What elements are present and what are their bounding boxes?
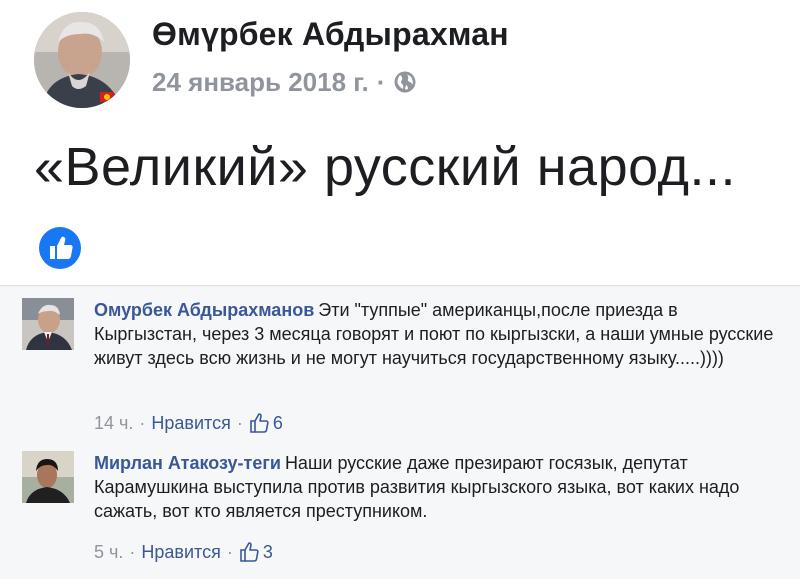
post-author-name[interactable]: Өмүрбек Абдырахман <box>152 16 509 53</box>
author-avatar-photo <box>34 12 130 108</box>
like-reaction-icon[interactable] <box>38 226 82 270</box>
action-separator: · <box>226 541 233 562</box>
post-meta: 24 январь 2018 г. · <box>152 64 417 100</box>
like-count[interactable]: 6 <box>273 413 283 434</box>
action-separator: · <box>129 541 136 562</box>
like-button[interactable]: Нравится <box>151 413 230 434</box>
globe-icon[interactable] <box>393 70 417 94</box>
commenter-photo <box>22 298 74 350</box>
thumbs-up-icon[interactable] <box>249 412 271 434</box>
post-text: «Великий» русский народ... <box>34 137 736 197</box>
commenter-photo <box>22 451 74 503</box>
like-button[interactable]: Нравится <box>141 542 220 563</box>
comment-actions: 5 ч. · Нравится · 3 <box>94 539 273 565</box>
post: Өмүрбек Абдырахман 24 январь 2018 г. · «… <box>0 0 800 285</box>
like-count[interactable]: 3 <box>263 542 273 563</box>
meta-separator: · <box>376 66 386 97</box>
action-separator: · <box>139 412 146 433</box>
comment-body: Мирлан Атакозу-теги Наши русские даже пре… <box>94 451 784 523</box>
action-separator: · <box>236 412 243 433</box>
comment-author[interactable]: Омурбек Абдырахманов <box>94 300 314 320</box>
thumbs-up-icon[interactable] <box>239 541 261 563</box>
comment-avatar[interactable] <box>22 451 74 503</box>
author-avatar[interactable] <box>34 12 130 108</box>
comment-time[interactable]: 14 ч. <box>94 413 133 434</box>
comment-author[interactable]: Мирлан Атакозу-теги <box>94 453 281 473</box>
comments-section: Омурбек Абдырахманов Эти "туппые" америка… <box>0 285 800 579</box>
comment-time[interactable]: 5 ч. <box>94 542 123 563</box>
comment-actions: 14 ч. · Нравится · 6 <box>94 410 283 436</box>
comment-body: Омурбек Абдырахманов Эти "туппые" америка… <box>94 298 784 370</box>
post-date[interactable]: 24 январь 2018 г. <box>152 67 369 98</box>
comment-avatar[interactable] <box>22 298 74 350</box>
